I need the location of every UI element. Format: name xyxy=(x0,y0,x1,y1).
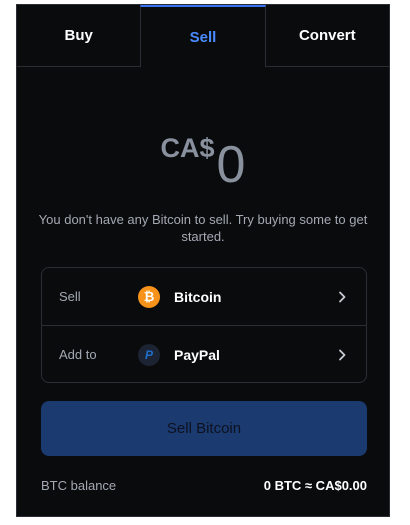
balance-label: BTC balance xyxy=(41,477,117,493)
tab-sell[interactable]: Sell xyxy=(140,5,266,67)
asset-selector: Sell ₿ Bitcoin Add to P PayPal xyxy=(41,267,367,383)
amount-display[interactable]: CA$0 xyxy=(17,127,389,191)
bitcoin-icon: ₿ xyxy=(138,285,160,308)
paypal-icon: P xyxy=(138,343,160,366)
sell-button-label: Sell Bitcoin xyxy=(166,420,242,437)
add-to-account-name: PayPal xyxy=(174,346,220,363)
add-to-row[interactable]: Add to P PayPal xyxy=(42,326,366,383)
balance-value: 0 BTC ≈ CA$0.00 xyxy=(263,477,367,493)
sell-asset-name: Bitcoin xyxy=(174,288,222,305)
amount-value: 0 xyxy=(216,136,246,194)
chevron-right-icon xyxy=(339,349,346,360)
sell-row-label: Sell xyxy=(59,289,81,304)
empty-balance-message: You don't have any Bitcoin to sell. Try … xyxy=(38,212,368,244)
tab-bar: Buy Sell Convert xyxy=(17,5,389,67)
add-to-row-label: Add to xyxy=(59,347,97,362)
tab-convert[interactable]: Convert xyxy=(266,5,389,66)
sell-bitcoin-button[interactable]: Sell Bitcoin xyxy=(41,401,367,456)
currency-label: CA$ xyxy=(160,133,215,163)
tab-buy[interactable]: Buy xyxy=(17,5,140,66)
sell-panel: Buy Sell Convert CA$0 You don't have any… xyxy=(16,4,390,517)
balance-row: BTC balance 0 BTC ≈ CA$0.00 xyxy=(41,475,367,495)
chevron-right-icon xyxy=(339,291,346,302)
sell-asset-row[interactable]: Sell ₿ Bitcoin xyxy=(42,268,366,326)
